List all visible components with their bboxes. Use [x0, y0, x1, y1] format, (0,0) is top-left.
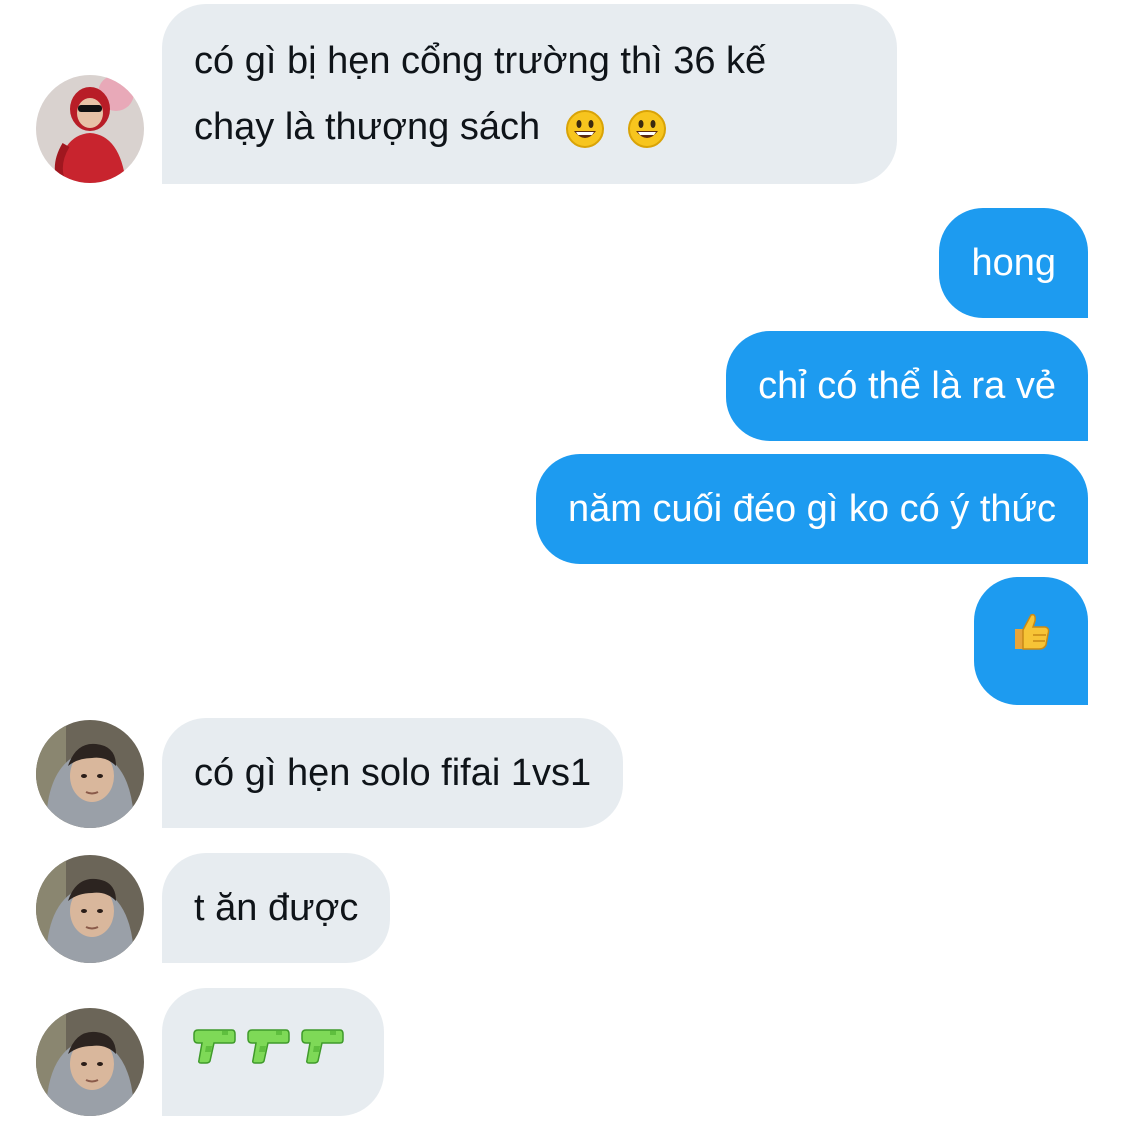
- water-pistol-icon: [192, 1019, 236, 1085]
- message-outgoing[interactable]: hong: [939, 208, 1088, 318]
- message-outgoing[interactable]: năm cuối đéo gì ko có ý thức: [535, 454, 1088, 564]
- grinning-face-icon: [615, 96, 667, 162]
- message-text: chỉ có thể là ra vẻ: [758, 365, 1056, 407]
- message-text-line-2-row: chạy là thượng sách: [194, 94, 865, 162]
- grinning-face-icon: [551, 96, 605, 162]
- message-text: hong: [971, 242, 1056, 284]
- avatar-red-hoodie[interactable]: [36, 75, 144, 183]
- message-incoming[interactable]: có gì bị hẹn cổng trường thì 36 kế chạy …: [162, 4, 897, 184]
- message-text: năm cuối đéo gì ko có ý thức: [567, 488, 1056, 530]
- message-text-line-2: chạy là thượng sách: [194, 106, 541, 148]
- message-text: t ăn được: [194, 887, 359, 929]
- emoji-row: [192, 988, 354, 1116]
- message-outgoing[interactable]: chỉ có thể là ra vẻ: [726, 331, 1088, 441]
- message-incoming[interactable]: [162, 988, 384, 1116]
- avatar-hooded-boy[interactable]: [36, 855, 144, 963]
- water-pistol-icon: [300, 1019, 344, 1085]
- avatar-hooded-boy[interactable]: [36, 720, 144, 828]
- thumbs-up-icon: [1009, 608, 1053, 674]
- message-text-line-1: có gì bị hẹn cổng trường thì 36 kế: [194, 40, 767, 82]
- water-pistol-icon: [246, 1019, 290, 1085]
- message-incoming[interactable]: có gì hẹn solo fifai 1vs1: [162, 718, 624, 828]
- avatar-hooded-boy[interactable]: [36, 1008, 144, 1116]
- chat-thread: có gì bị hẹn cổng trường thì 36 kế chạy …: [0, 0, 1125, 1125]
- message-outgoing[interactable]: [974, 577, 1088, 705]
- message-incoming[interactable]: t ăn được: [162, 853, 391, 963]
- message-text: có gì hẹn solo fifai 1vs1: [194, 752, 592, 794]
